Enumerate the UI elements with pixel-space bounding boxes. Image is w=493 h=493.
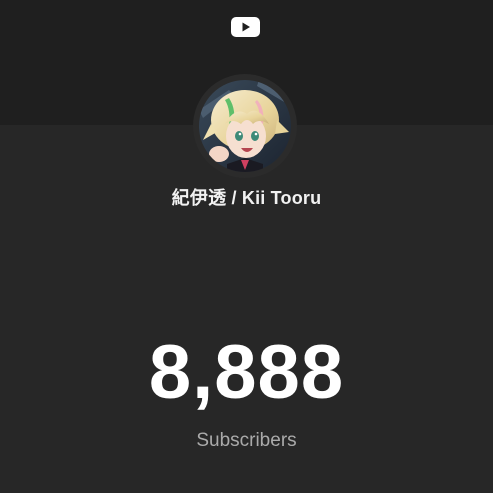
subscriber-count: 8,888 (148, 330, 345, 415)
avatar-frame (193, 74, 297, 178)
subscriber-label: Subscribers (196, 430, 297, 451)
channel-name[interactable]: 紀伊透 / Kii Tooru (0, 184, 493, 210)
youtube-icon[interactable] (231, 17, 260, 37)
channel-avatar[interactable] (199, 80, 291, 172)
